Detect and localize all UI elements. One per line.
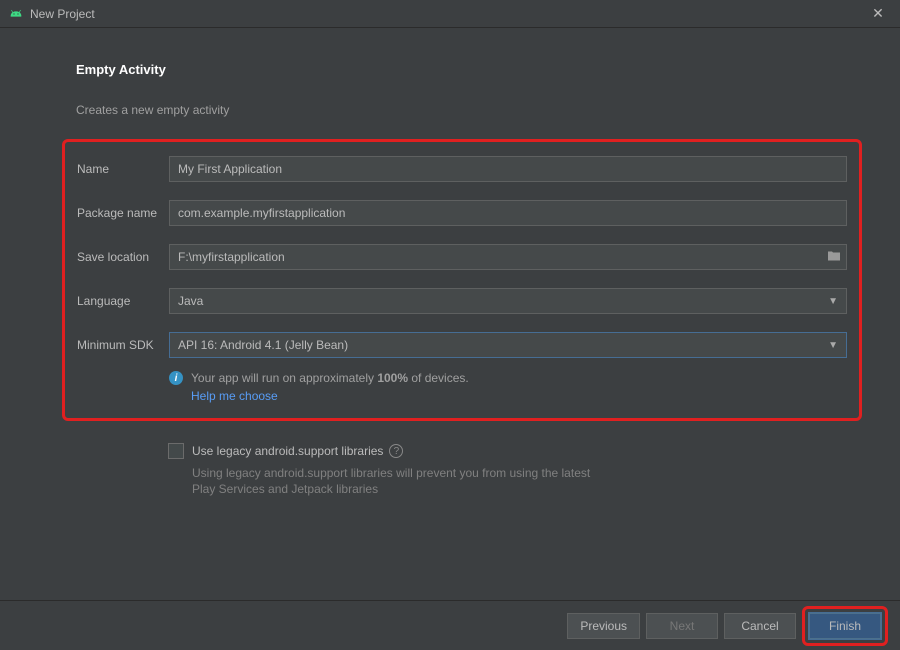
language-select-value: Java xyxy=(178,294,203,308)
close-icon[interactable]: ✕ xyxy=(864,5,892,22)
label-language: Language xyxy=(77,294,169,308)
minimum-sdk-value: API 16: Android 4.1 (Jelly Bean) xyxy=(178,338,348,352)
row-language: Language Java ▼ xyxy=(77,288,847,314)
window-title: New Project xyxy=(30,7,864,21)
row-package: Package name xyxy=(77,200,847,226)
titlebar: New Project ✕ xyxy=(0,0,900,28)
form-highlight: Name Package name Save location Language… xyxy=(62,139,862,421)
legacy-hint-text: Using legacy android.support libraries w… xyxy=(192,465,612,497)
minimum-sdk-select[interactable]: API 16: Android 4.1 (Jelly Bean) ▼ xyxy=(169,332,847,358)
row-name: Name xyxy=(77,156,847,182)
legacy-support-checkbox[interactable] xyxy=(168,443,184,459)
legacy-support-label: Use legacy android.support libraries xyxy=(192,444,383,458)
package-name-field[interactable] xyxy=(169,200,847,226)
name-field[interactable] xyxy=(169,156,847,182)
row-save-location: Save location xyxy=(77,244,847,270)
chevron-down-icon: ▼ xyxy=(828,296,838,307)
content-area: Empty Activity Creates a new empty activ… xyxy=(0,28,900,507)
previous-button[interactable]: Previous xyxy=(567,613,640,639)
chevron-down-icon: ▼ xyxy=(828,340,838,351)
legacy-row: Use legacy android.support libraries ? xyxy=(168,443,840,459)
next-button: Next xyxy=(646,613,718,639)
browse-folder-icon[interactable] xyxy=(827,250,841,265)
help-me-choose-link[interactable]: Help me choose xyxy=(191,388,469,404)
sdk-info-percent: 100% xyxy=(377,371,408,385)
label-name: Name xyxy=(77,162,169,176)
android-icon xyxy=(8,6,24,22)
sdk-info-text: Your app will run on approximately 100% … xyxy=(191,370,469,404)
help-icon[interactable]: ? xyxy=(389,444,403,458)
language-select[interactable]: Java ▼ xyxy=(169,288,847,314)
footer: Previous Next Cancel Finish xyxy=(0,600,900,650)
label-save-location: Save location xyxy=(77,250,169,264)
sdk-info-prefix: Your app will run on approximately xyxy=(191,371,377,385)
label-package: Package name xyxy=(77,206,169,220)
cancel-button[interactable]: Cancel xyxy=(724,613,796,639)
row-minimum-sdk: Minimum SDK API 16: Android 4.1 (Jelly B… xyxy=(77,332,847,358)
label-minimum-sdk: Minimum SDK xyxy=(77,338,169,352)
page-title: Empty Activity xyxy=(76,62,840,77)
finish-button[interactable]: Finish xyxy=(809,613,881,639)
info-icon: i xyxy=(169,371,183,385)
page-subtitle: Creates a new empty activity xyxy=(76,103,840,117)
sdk-info-suffix: of devices. xyxy=(408,371,469,385)
sdk-info-row: i Your app will run on approximately 100… xyxy=(169,370,847,404)
save-location-field[interactable] xyxy=(169,244,847,270)
finish-highlight: Finish xyxy=(802,606,888,646)
